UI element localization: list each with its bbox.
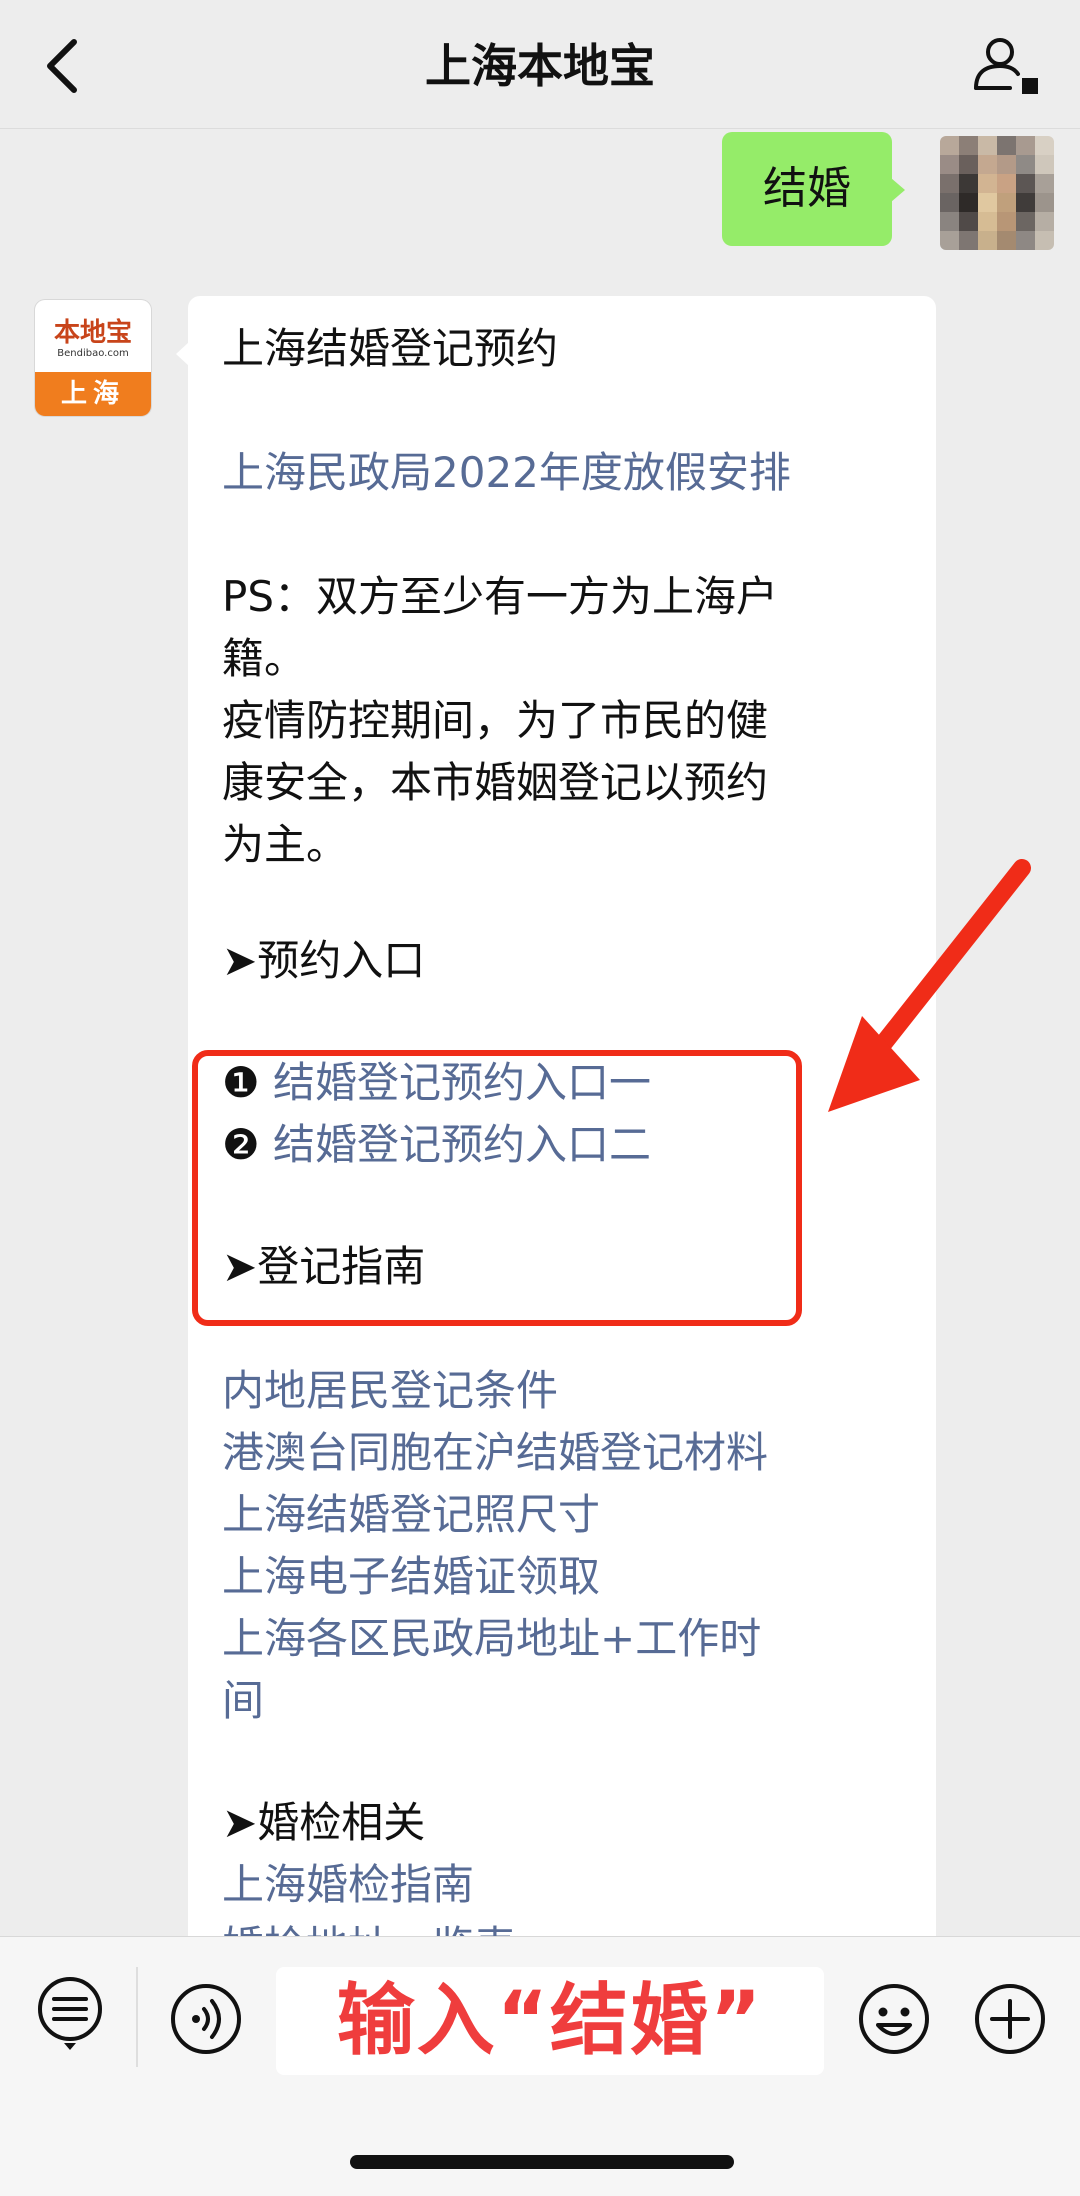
booking-heading: ➤预约入口 [222, 936, 426, 985]
navigation-bar: 上海本地宝 [0, 0, 1080, 129]
epidemic-line-1: 疫情防控期间，为了市民的健 [222, 696, 769, 745]
avatar-logo-url: Bendibao.com [57, 348, 129, 359]
chat-area[interactable]: 结婚 本地宝 Bendibao.com 上海 上海结婚登记预约 上海民政局202… [0, 128, 1080, 1936]
guide-link-office-address[interactable]: 上海各区民政局地址+工作时 [222, 1608, 906, 1670]
page-title: 上海本地宝 [425, 39, 655, 93]
exam-heading: ➤婚检相关 [222, 1798, 426, 1847]
holiday-schedule-link[interactable]: 上海民政局2022年度放假安排 [222, 442, 906, 504]
official-account-avatar[interactable]: 本地宝 Bendibao.com 上海 [35, 300, 151, 416]
booking-highlight-box [192, 1050, 802, 1326]
input-annotation-text: 输入“结婚” [336, 1976, 764, 2066]
ps-line-1: PS：双方至少有一方为上海户 [222, 572, 778, 621]
home-indicator[interactable] [350, 2155, 734, 2169]
avatar-city-label: 上海 [35, 372, 151, 416]
back-chevron-icon[interactable] [40, 36, 84, 96]
emoji-icon[interactable] [856, 1981, 932, 2057]
exam-link-addresses[interactable]: 婚检地址一览表 [222, 1916, 906, 1936]
guide-link-hmt-materials[interactable]: 港澳台同胞在沪结婚登记材料 [222, 1422, 906, 1484]
plus-more-icon[interactable] [972, 1981, 1048, 2057]
menu-divider [136, 1967, 138, 2067]
voice-icon[interactable] [168, 1981, 244, 2057]
exam-link-guide[interactable]: 上海婚检指南 [222, 1854, 906, 1916]
message-input[interactable]: 输入“结婚” [276, 1967, 824, 2075]
epidemic-line-3: 为主。 [222, 820, 349, 869]
guide-link-conditions[interactable]: 内地居民登记条件 [222, 1360, 906, 1422]
guide-link-photo-size[interactable]: 上海结婚登记照尺寸 [222, 1484, 906, 1546]
epidemic-line-2: 康安全，本市婚姻登记以预约 [222, 758, 769, 807]
list-menu-icon[interactable] [32, 1975, 108, 2051]
reply-title: 上海结婚登记预约 [222, 324, 559, 373]
ps-line-2: 籍。 [222, 634, 307, 683]
avatar-logo-text: 本地宝 [53, 318, 132, 348]
guide-link-office-address-cont[interactable]: 间 [222, 1670, 906, 1732]
user-profile-icon[interactable] [970, 34, 1042, 98]
guide-link-e-certificate[interactable]: 上海电子结婚证领取 [222, 1546, 906, 1608]
sent-message-bubble[interactable]: 结婚 [722, 132, 892, 246]
user-avatar[interactable] [940, 136, 1054, 250]
sent-bubble-tail [891, 178, 905, 202]
red-arrow-icon [828, 859, 1031, 1112]
